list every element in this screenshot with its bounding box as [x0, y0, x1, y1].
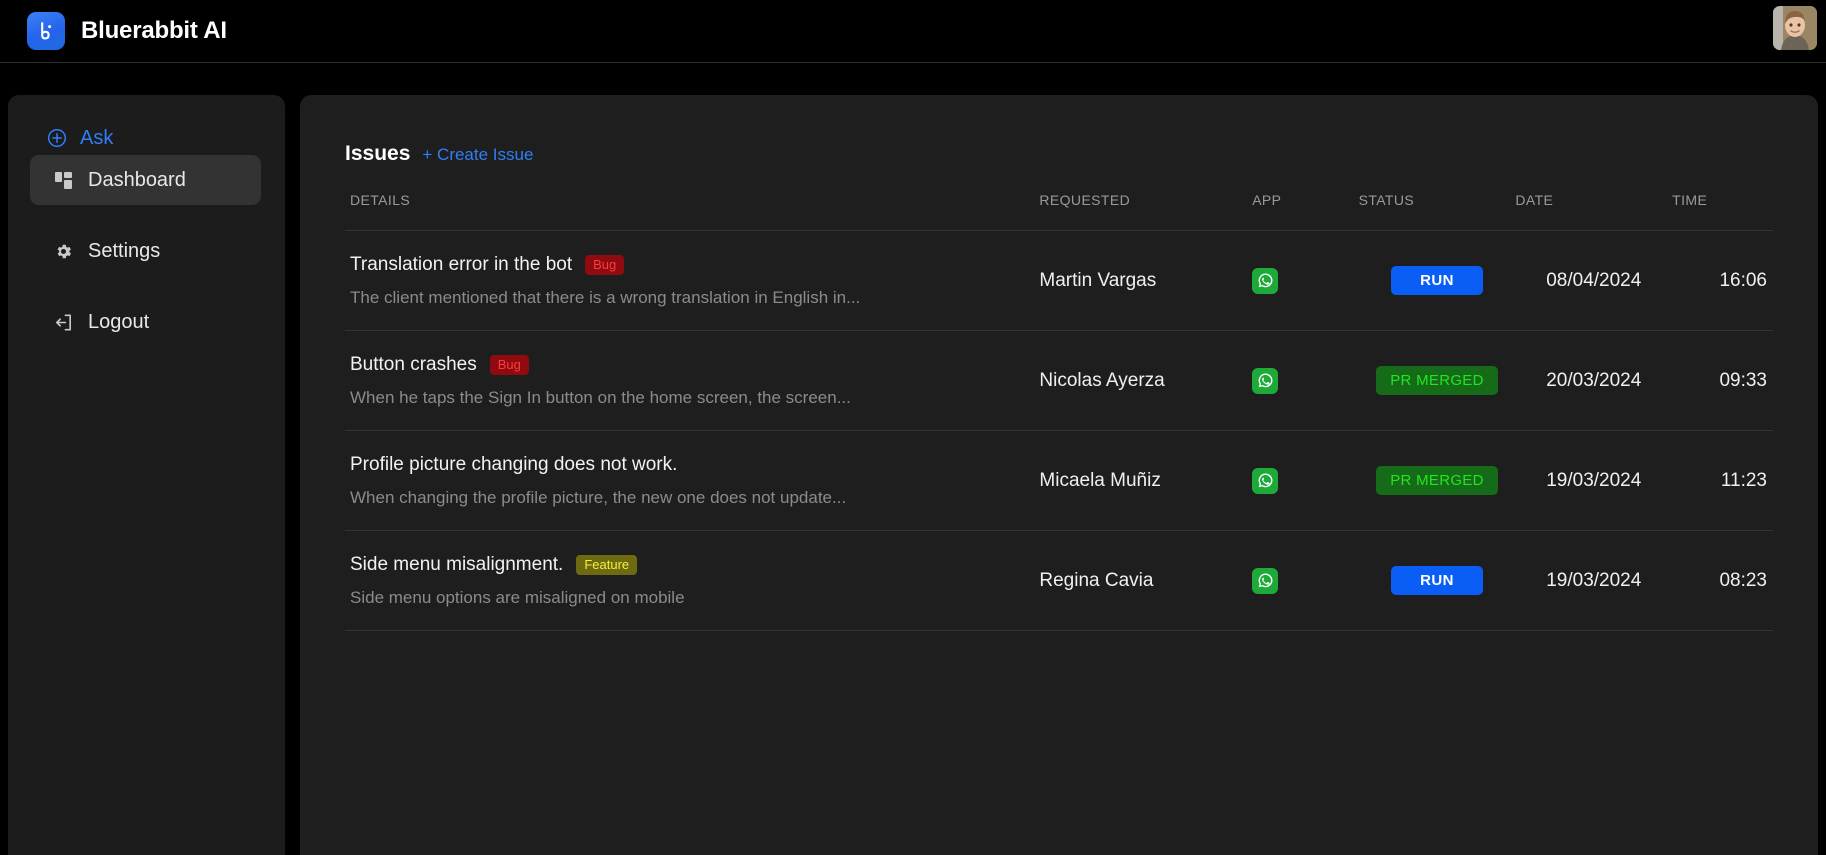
brand-name: Bluerabbit AI: [81, 17, 227, 44]
issue-status-cell: RUN: [1359, 531, 1516, 631]
issue-description: Side menu options are misaligned on mobi…: [350, 587, 685, 607]
issue-description: When changing the profile picture, the n…: [350, 487, 847, 507]
issue-time: 16:06: [1719, 269, 1767, 291]
sidebar-item-dashboard-label: Dashboard: [88, 168, 186, 191]
status-badge[interactable]: PR MERGED: [1376, 366, 1498, 395]
column-header-app[interactable]: APP: [1252, 192, 1358, 231]
issue-description: When he taps the Sign In button on the h…: [350, 387, 851, 407]
bluerabbit-logo-icon: [27, 12, 65, 50]
issue-app-cell: [1252, 531, 1358, 631]
issue-requested-by: Nicolas Ayerza: [1039, 369, 1165, 391]
issue-requested-by: Micaela Muñiz: [1039, 469, 1161, 491]
table-row[interactable]: Translation error in the bot Bug The clien…: [345, 230, 1773, 331]
sidebar-item-ask[interactable]: Ask: [46, 121, 113, 155]
issue-title-row: Button crashes Bug: [350, 354, 1039, 376]
whatsapp-icon[interactable]: [1252, 467, 1279, 494]
issue-title: Profile picture changing does not work.: [350, 453, 678, 475]
page-header: Issues + Create Issue: [345, 95, 1773, 166]
main-panel: Issues + Create Issue DETAILS REQUESTED …: [300, 95, 1818, 855]
issue-app-cell: [1252, 331, 1358, 431]
plus-circle-icon: [46, 127, 68, 149]
top-bar: Bluerabbit AI: [0, 0, 1826, 63]
issue-badge: Bug: [489, 354, 529, 375]
issue-date: 19/03/2024: [1546, 569, 1642, 591]
sidebar-item-settings[interactable]: Settings: [30, 226, 261, 276]
issue-badge: Feature: [576, 554, 638, 575]
issue-app-cell: [1252, 231, 1358, 331]
whatsapp-icon[interactable]: [1252, 367, 1279, 394]
status-badge[interactable]: PR MERGED: [1376, 466, 1498, 495]
issue-time: 09:33: [1719, 369, 1767, 391]
table-row[interactable]: Side menu misalignment. Feature Side menu …: [345, 530, 1773, 631]
column-header-details[interactable]: DETAILS: [345, 192, 1039, 231]
issue-title: Side menu misalignment.: [350, 553, 564, 575]
sidebar-item-logout-label: Logout: [88, 310, 150, 333]
whatsapp-icon[interactable]: [1252, 267, 1279, 294]
dashboard-grid-icon: [52, 169, 74, 191]
issues-table-header: DETAILS REQUESTED APP STATUS DATE TIME: [345, 192, 1773, 231]
sidebar-item-logout[interactable]: Logout: [30, 297, 261, 347]
column-header-status[interactable]: STATUS: [1359, 192, 1516, 231]
issue-title-row: Profile picture changing does not work.: [350, 454, 1039, 476]
issue-badge: Bug: [585, 254, 625, 275]
issue-title-row: Side menu misalignment. Feature: [350, 554, 1039, 576]
issue-date: 19/03/2024: [1546, 469, 1642, 491]
column-header-requested[interactable]: REQUESTED: [1039, 192, 1252, 231]
issues-table-body: Translation error in the bot Bug The clien…: [345, 230, 1773, 631]
issue-status-cell: PR MERGED: [1359, 431, 1516, 531]
status-badge[interactable]: RUN: [1390, 266, 1483, 295]
table-header-row: DETAILS REQUESTED APP STATUS DATE TIME: [345, 192, 1773, 231]
issue-title: Translation error in the bot: [350, 253, 573, 275]
table-row[interactable]: Profile picture changing does not work. W…: [345, 430, 1773, 531]
issue-date: 20/03/2024: [1546, 369, 1642, 391]
issue-app-cell: [1252, 431, 1358, 531]
issue-status-cell: PR MERGED: [1359, 331, 1516, 431]
issue-status-cell: RUN: [1359, 231, 1516, 331]
issue-requested-by: Martin Vargas: [1039, 269, 1157, 291]
page-title: Issues: [345, 142, 411, 165]
sidebar-item-ask-label: Ask: [80, 126, 114, 149]
issue-time: 08:23: [1719, 569, 1767, 591]
sidebar-item-settings-label: Settings: [88, 239, 161, 262]
gear-icon: [52, 240, 74, 262]
issue-title: Button crashes: [350, 353, 477, 375]
sidebar-item-dashboard[interactable]: Dashboard: [30, 155, 261, 205]
issue-title-row: Translation error in the bot Bug: [350, 254, 1039, 276]
issue-time: 11:23: [1720, 469, 1767, 491]
issue-requested-by: Regina Cavia: [1039, 569, 1154, 591]
issue-details-cell[interactable]: Button crashes Bug When he taps the Sign I…: [345, 331, 1039, 431]
issue-details-cell[interactable]: Side menu misalignment. Feature Side menu …: [345, 531, 1039, 631]
avatar[interactable]: [1773, 6, 1817, 50]
sidebar: Ask Dashboard Settings Logout: [8, 95, 285, 855]
create-issue-button[interactable]: + Create Issue: [422, 145, 533, 165]
column-header-time[interactable]: TIME: [1672, 192, 1773, 231]
logout-arrow-icon: [52, 311, 74, 333]
issue-description: The client mentioned that there is a wro…: [350, 287, 861, 307]
brand[interactable]: Bluerabbit AI: [27, 12, 227, 50]
issues-table: DETAILS REQUESTED APP STATUS DATE TIME T…: [345, 192, 1773, 631]
issue-details-cell[interactable]: Profile picture changing does not work. W…: [345, 431, 1039, 531]
status-badge[interactable]: RUN: [1390, 566, 1483, 595]
column-header-date[interactable]: DATE: [1515, 192, 1672, 231]
issue-details-cell[interactable]: Translation error in the bot Bug The clien…: [345, 231, 1039, 331]
whatsapp-icon[interactable]: [1252, 567, 1279, 594]
issue-date: 08/04/2024: [1546, 269, 1642, 291]
table-row[interactable]: Button crashes Bug When he taps the Sign I…: [345, 330, 1773, 431]
